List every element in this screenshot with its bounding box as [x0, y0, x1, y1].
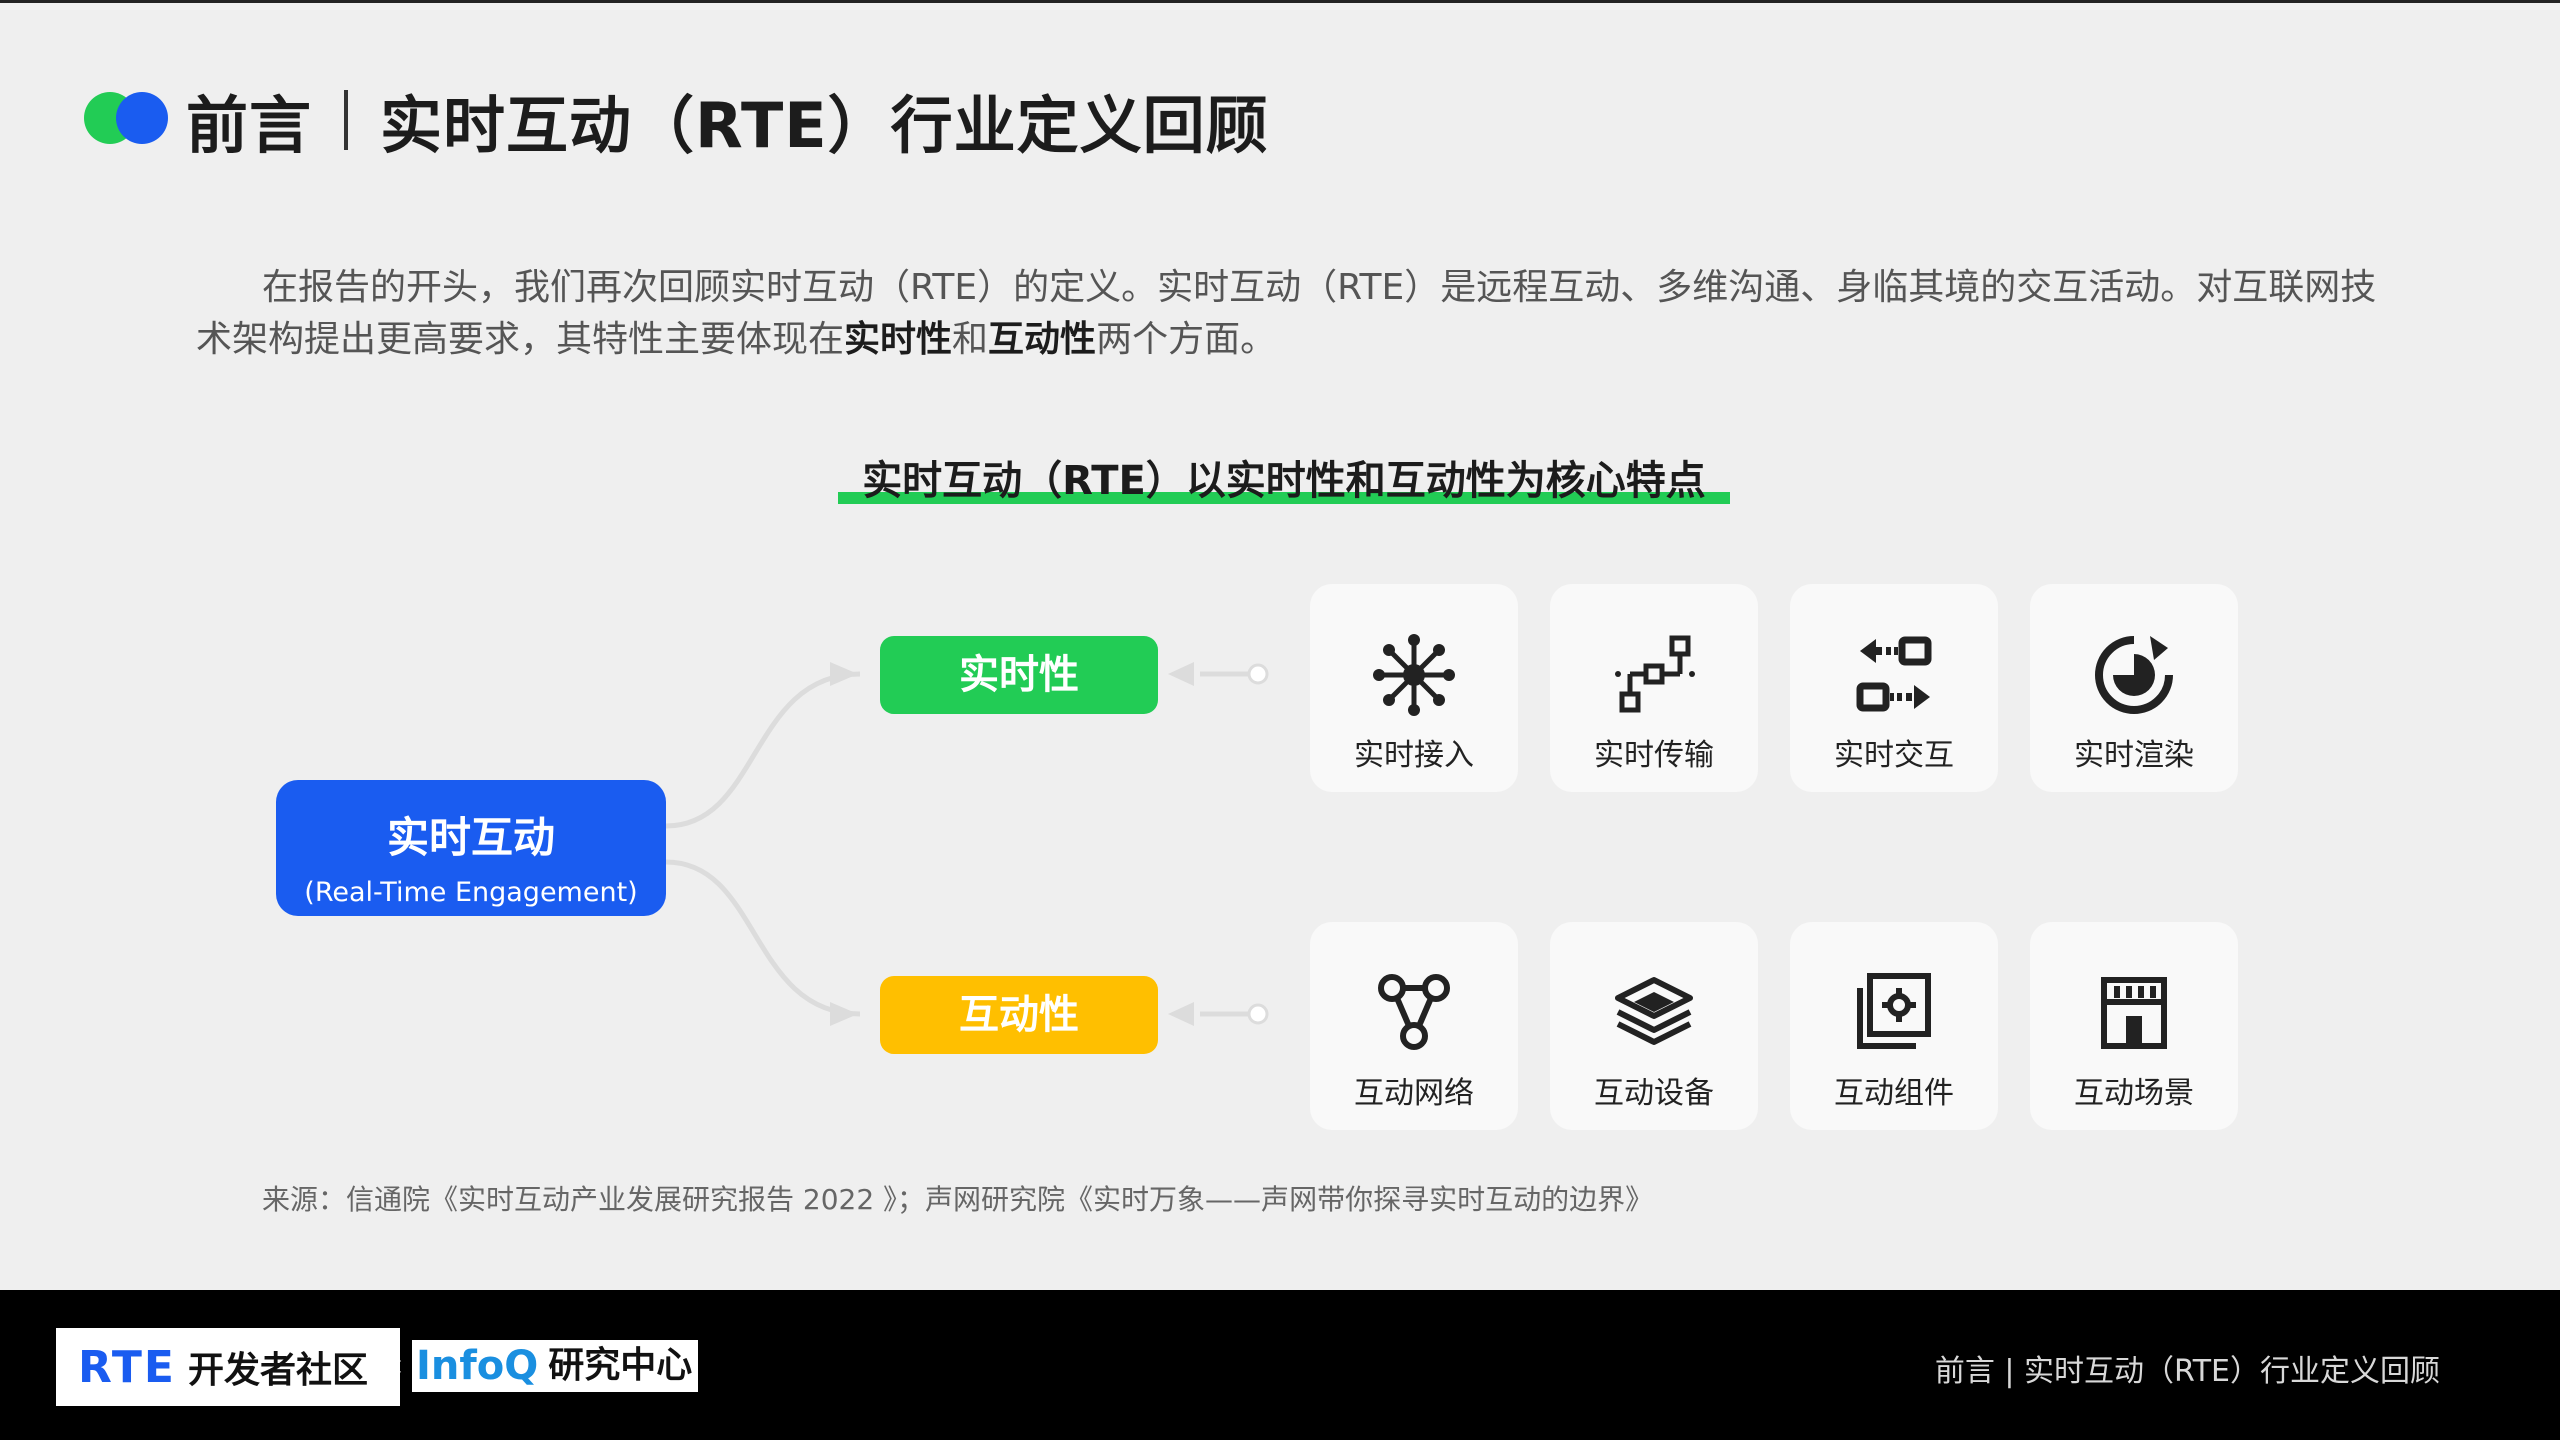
card-realtime-access: 实时接入: [1310, 584, 1518, 792]
card-interactive-device: 互动设备: [1550, 922, 1758, 1130]
linked-nodes-icon: [1378, 974, 1450, 1050]
render-cycle-icon: [2095, 636, 2173, 714]
card-realtime-transfer: 实时传输: [1550, 584, 1758, 792]
rte-logo-text: RTE: [78, 1341, 176, 1393]
collab-times-sign: ×: [384, 1352, 405, 1380]
card-label: 实时交互: [1834, 738, 1954, 773]
component-gear-icon: [1857, 973, 1931, 1049]
card-label: 互动网络: [1354, 1076, 1474, 1111]
card-interactive-scene: 互动场景: [2030, 922, 2238, 1130]
card-label: 互动组件: [1834, 1076, 1954, 1111]
rte-community-text: 开发者社区: [187, 1350, 368, 1391]
exchange-arrows-icon: [1856, 636, 1932, 712]
transfer-nodes-icon: [1615, 635, 1695, 713]
infoq-center-text: 研究中心: [542, 1340, 699, 1392]
card-interactive-component: 互动组件: [1790, 922, 1998, 1130]
card-label: 实时传输: [1594, 738, 1714, 773]
card-realtime-render: 实时渲染: [2030, 584, 2238, 792]
root-node: 实时互动 (Real-Time Engagement): [276, 780, 666, 916]
root-label: 实时互动: [386, 813, 555, 862]
footer-bar: RTE 开发者社区 × InfoQ 研究中心 前言 | 实时互动（RTE）行业定…: [0, 1290, 2560, 1440]
card-label: 互动场景: [2074, 1076, 2194, 1111]
infoq-logo: InfoQ 研究中心: [412, 1338, 699, 1394]
storefront-icon: [2101, 977, 2167, 1049]
device-stack-icon: [1615, 977, 1693, 1045]
card-interactive-network: 互动网络: [1310, 922, 1518, 1130]
card-label: 实时渲染: [2074, 738, 2194, 773]
card-label: 互动设备: [1594, 1076, 1714, 1111]
footer-page-title: 前言 | 实时互动（RTE）行业定义回顾: [1934, 1354, 2440, 1389]
branch-realtime: 实时性: [880, 636, 1158, 714]
network-hub-icon: [1373, 634, 1455, 716]
root-sublabel: (Real-Time Engagement): [304, 877, 638, 908]
source-citation: 来源：信通院《实时互动产业发展研究报告 2022 》；声网研究院《实时万象——声…: [262, 1183, 1654, 1216]
card-label: 实时接入: [1354, 738, 1474, 773]
rte-community-logo: RTE 开发者社区: [56, 1328, 400, 1406]
branch-interactive: 互动性: [880, 976, 1158, 1054]
card-realtime-interaction: 实时交互: [1790, 584, 1998, 792]
infoq-logo-text: InfoQ: [412, 1340, 543, 1392]
